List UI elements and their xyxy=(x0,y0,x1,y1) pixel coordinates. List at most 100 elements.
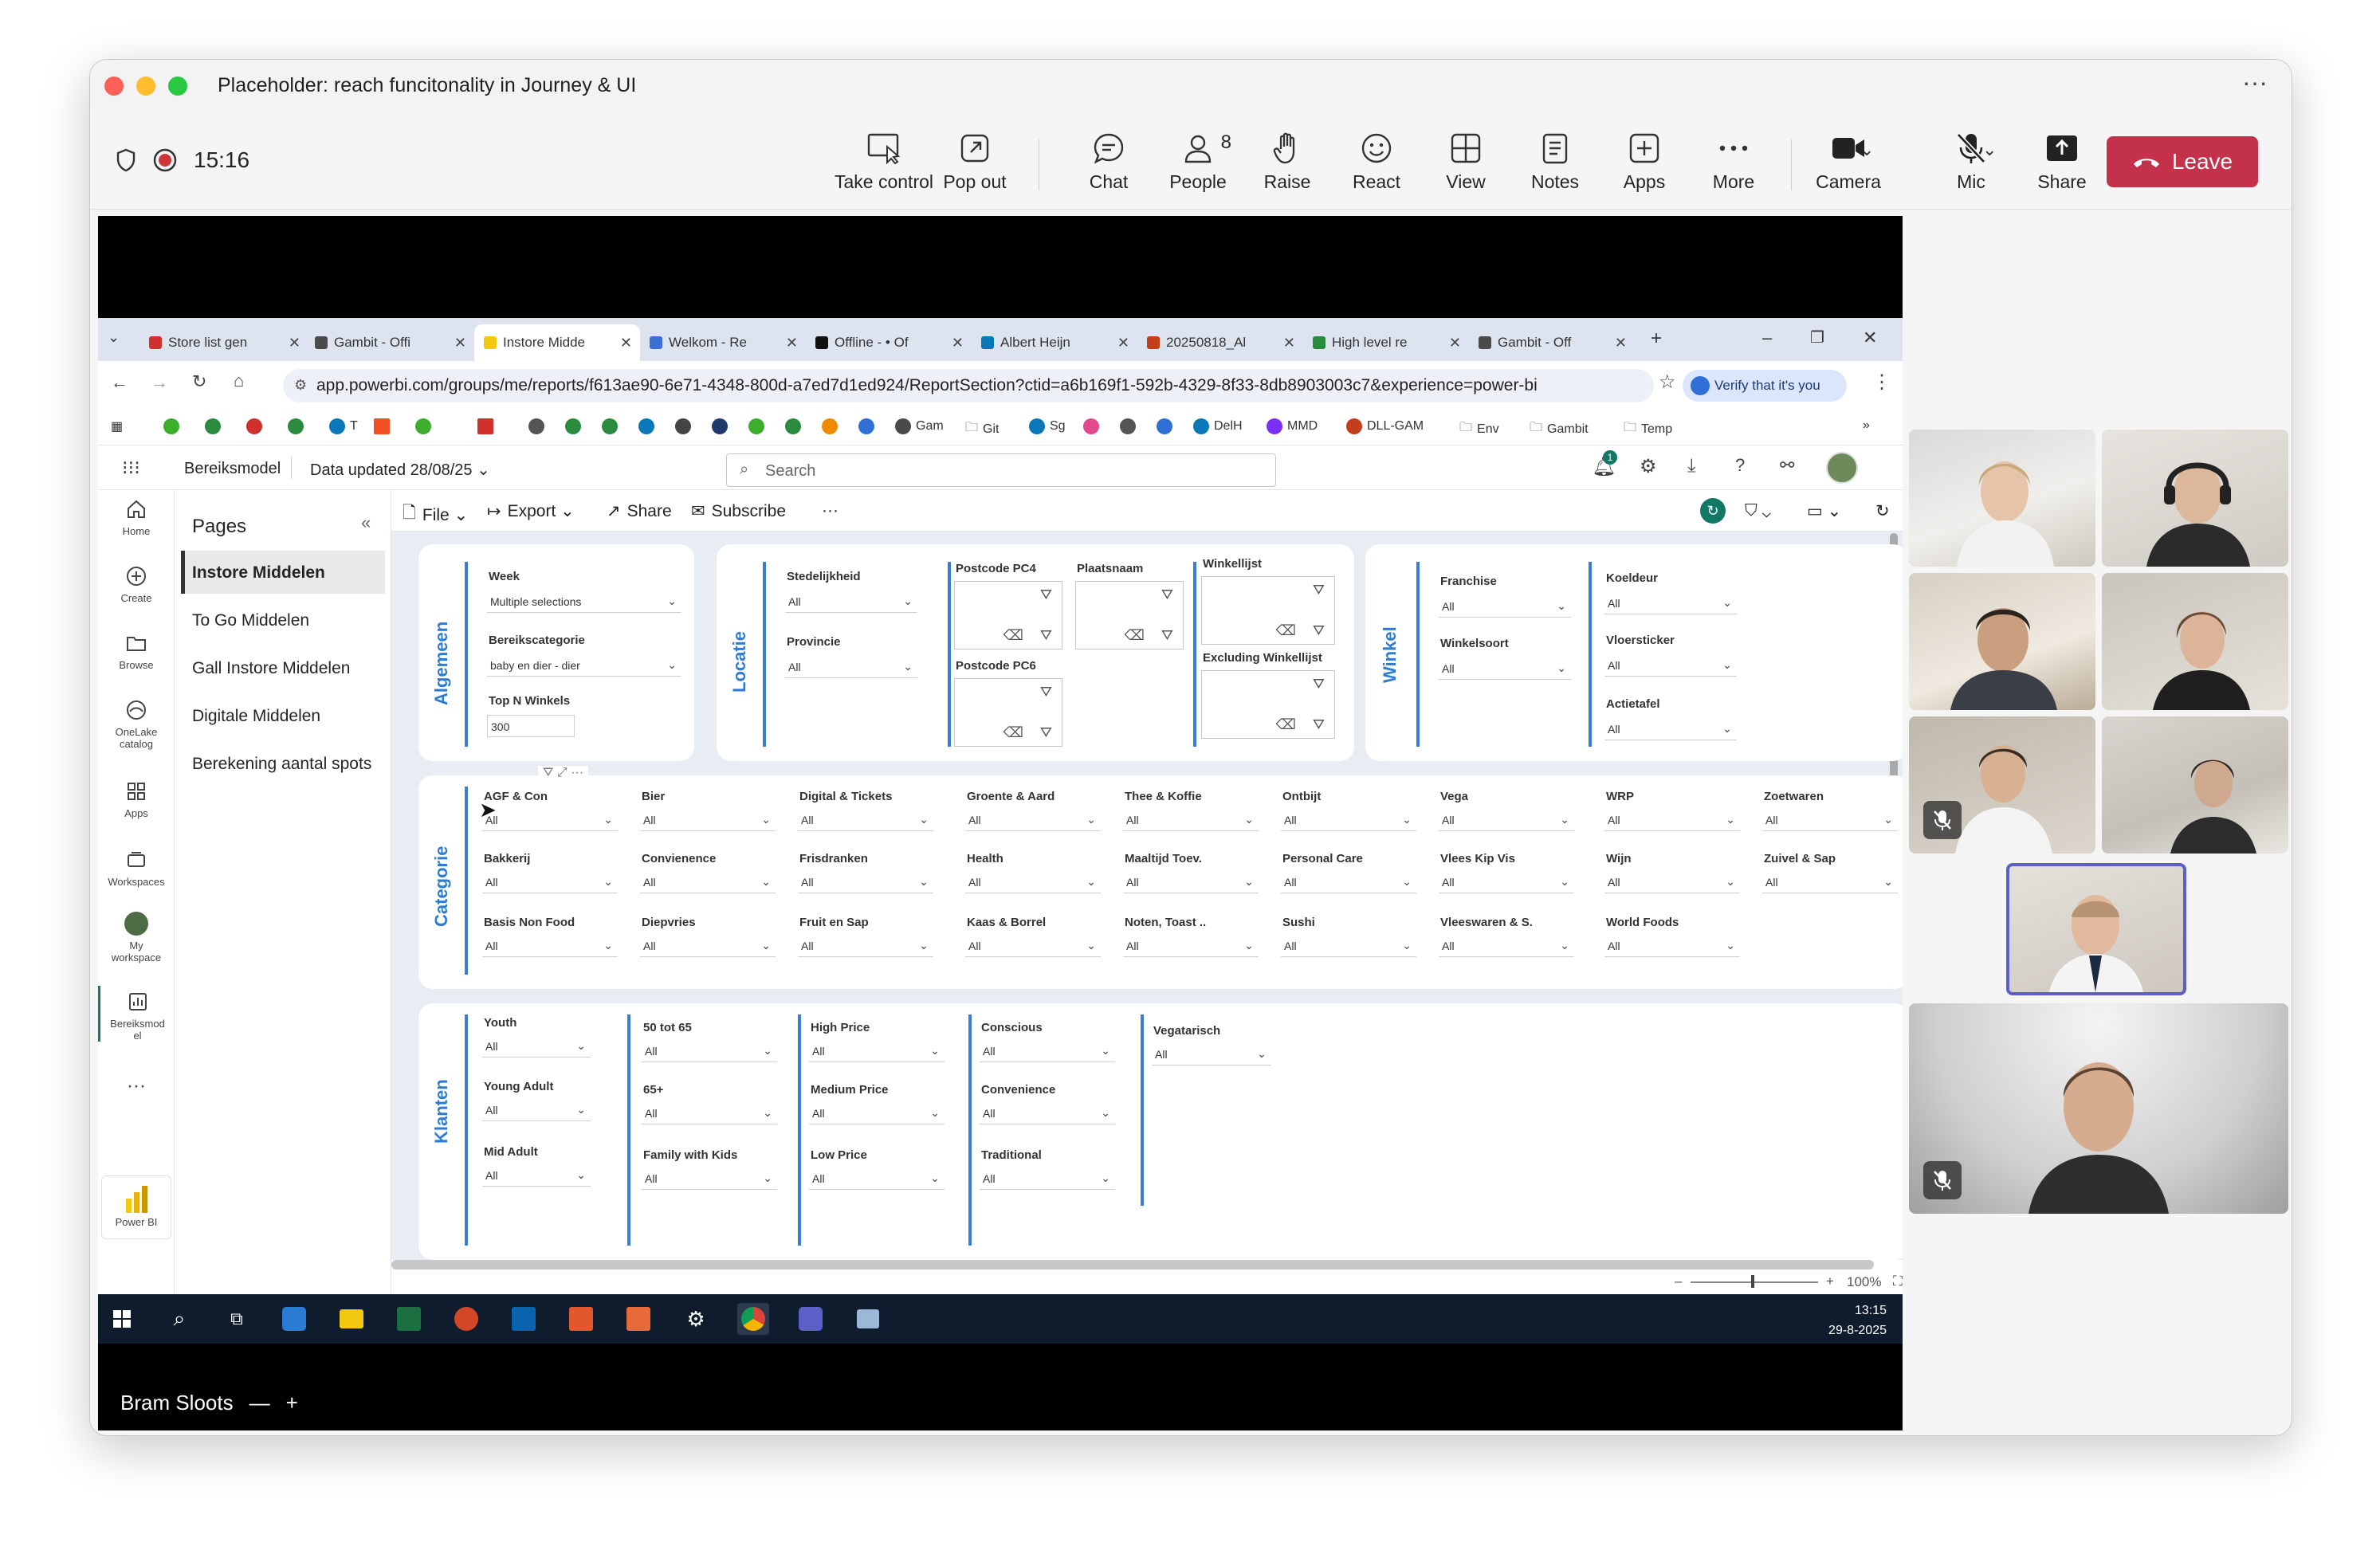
slicer-dropdown[interactable]: All ⌄ xyxy=(640,809,776,831)
zoom-in-icon[interactable]: + xyxy=(1826,1273,1834,1289)
verify-identity-button[interactable]: Verify that it's you xyxy=(1683,370,1847,402)
bookmark-icon[interactable] xyxy=(205,418,226,434)
people-button[interactable]: 8 People xyxy=(1153,128,1243,200)
slicer-dropdown[interactable]: All ⌄ xyxy=(640,935,776,957)
slicer-dropdown[interactable]: All ⌄ xyxy=(642,1102,777,1124)
excluding-winkellijst-filter[interactable]: ⛛ ⌫ ⛛ xyxy=(1201,670,1335,739)
slicer-dropdown[interactable]: All ⌄ xyxy=(798,809,933,831)
notes-button[interactable]: Notes xyxy=(1510,128,1600,200)
settings-gear-icon[interactable]: ⚙ xyxy=(680,1303,712,1335)
data-updated-dropdown[interactable]: Data updated 28/08/25 ⌄ xyxy=(310,460,490,480)
participant-video[interactable] xyxy=(2102,716,2288,854)
mic-button[interactable]: Mic xyxy=(1926,128,2016,200)
nav-home[interactable]: Home xyxy=(98,493,175,537)
close-tab-icon[interactable]: ✕ xyxy=(1283,335,1295,351)
filter-icon[interactable]: ⛛ xyxy=(1161,627,1173,644)
horizontal-scrollbar[interactable] xyxy=(391,1260,1874,1269)
bookmark-icon[interactable]: ⛉ ⌄ xyxy=(1745,501,1771,520)
bookmark-icon[interactable] xyxy=(565,418,586,434)
slicer-dropdown[interactable]: All ⌄ xyxy=(1604,809,1740,831)
view-mode-icon[interactable]: ▭ ⌄ xyxy=(1807,501,1841,521)
postcode-pc4-filter[interactable]: ⛛ ⌫ ⛛ xyxy=(954,581,1062,649)
help-icon[interactable]: ? xyxy=(1735,455,1745,476)
reset-icon[interactable]: ↻ xyxy=(1700,498,1726,524)
close-tab-icon[interactable]: ✕ xyxy=(620,335,632,351)
bookmark-dll-gam[interactable]: DLL-GAM xyxy=(1346,418,1424,434)
slicer-dropdown[interactable]: All ⌄ xyxy=(482,809,618,831)
slicer-dropdown[interactable]: All ⌄ xyxy=(965,871,1101,893)
bookmark-folder-git[interactable]: 🗀 Git xyxy=(965,418,999,440)
nav-onelake-catalog[interactable]: OneLake catalog xyxy=(98,694,175,750)
bookmark-icon[interactable] xyxy=(638,418,659,434)
page-item[interactable]: Berekening aantal spots xyxy=(181,742,385,785)
stedelijkheid-dropdown[interactable]: All ⌄ xyxy=(785,591,917,613)
slicer-dropdown[interactable]: All ⌄ xyxy=(482,1035,591,1058)
page-item[interactable]: Instore Middelen xyxy=(181,551,385,594)
more-options-icon[interactable]: ··· xyxy=(2242,68,2268,97)
browser-tab[interactable]: Offline - • Of ✕ xyxy=(806,324,972,361)
search-icon[interactable]: ⌕ xyxy=(163,1303,195,1335)
slicer-dropdown[interactable]: All ⌄ xyxy=(809,1102,945,1124)
nav-bereiksmodel[interactable]: Bereiksmod el xyxy=(98,986,175,1042)
close-tab-icon[interactable]: ✕ xyxy=(786,335,798,351)
slicer-dropdown[interactable]: All ⌄ xyxy=(1123,809,1259,831)
new-tab-icon[interactable]: + xyxy=(1651,328,1662,350)
chrome-icon[interactable] xyxy=(737,1303,769,1335)
browser-tab[interactable]: Welkom - Re ✕ xyxy=(640,324,806,361)
minimize-window-button[interactable] xyxy=(136,77,155,96)
bookmark-icon[interactable] xyxy=(712,418,732,434)
collapse-pages-icon[interactable]: « xyxy=(361,512,371,533)
provincie-dropdown[interactable]: All ⌄ xyxy=(785,656,917,678)
reload-icon[interactable]: ↻ xyxy=(192,371,206,392)
slicer-dropdown[interactable]: All ⌄ xyxy=(1281,935,1416,957)
participant-video[interactable] xyxy=(2102,573,2288,710)
koeldeur-dropdown[interactable]: All ⌄ xyxy=(1604,592,1737,614)
zoom-out-icon[interactable]: – xyxy=(1675,1273,1682,1289)
eraser-icon[interactable]: ⌫ xyxy=(1003,627,1023,644)
bookmark-icon[interactable] xyxy=(288,418,308,434)
forward-icon[interactable]: → xyxy=(151,372,168,393)
slicer-dropdown[interactable]: All ⌄ xyxy=(965,935,1101,957)
bookmark-icon[interactable] xyxy=(477,418,498,434)
nav-apps[interactable]: Apps xyxy=(98,775,175,819)
bookmark-icon[interactable] xyxy=(246,418,267,434)
plaatsnaam-filter[interactable]: ⛛ ⌫ ⛛ xyxy=(1075,581,1184,649)
task-view-icon[interactable]: ⧉ xyxy=(221,1303,253,1335)
app-icon[interactable] xyxy=(622,1303,654,1335)
nav-create[interactable]: Create xyxy=(98,560,175,604)
slicer-dropdown[interactable]: All ⌄ xyxy=(798,935,933,957)
slicer-dropdown[interactable]: All ⌄ xyxy=(1762,871,1898,893)
slicer-dropdown[interactable]: All ⌄ xyxy=(482,871,618,893)
file-explorer-icon[interactable] xyxy=(336,1303,367,1335)
fit-to-page-icon[interactable]: ⛶ xyxy=(1893,1273,1903,1289)
slicer-dropdown[interactable]: All ⌄ xyxy=(809,1040,945,1062)
slicer-dropdown[interactable]: All ⌄ xyxy=(482,1099,591,1121)
app-icon[interactable] xyxy=(565,1303,597,1335)
participant-video[interactable] xyxy=(1909,430,2095,567)
bookmark-icon[interactable] xyxy=(374,418,395,434)
browser-tab[interactable]: High level re ✕ xyxy=(1303,324,1469,361)
bookmark-icon[interactable] xyxy=(785,418,806,434)
refresh-icon[interactable]: ↻ xyxy=(1875,501,1890,521)
share-button[interactable]: Share xyxy=(2017,128,2107,200)
slicer-dropdown[interactable]: All ⌄ xyxy=(798,871,933,893)
close-browser-icon[interactable]: ✕ xyxy=(1863,328,1877,348)
filter-icon[interactable]: ⛛ xyxy=(1040,587,1052,603)
actietafel-dropdown[interactable]: All ⌄ xyxy=(1604,718,1737,740)
leave-button[interactable]: Leave xyxy=(2107,136,2258,187)
more-bookmarks-icon[interactable]: » xyxy=(1863,418,1870,433)
bookmark-icon[interactable] xyxy=(1083,418,1104,434)
powerpoint-icon[interactable] xyxy=(450,1303,482,1335)
url-field[interactable]: ⚙ app.powerbi.com/groups/me/reports/f613… xyxy=(283,369,1654,402)
bookmark-gam[interactable]: Gam xyxy=(895,418,944,434)
subscribe-button[interactable]: ✉ Subscribe xyxy=(691,501,786,521)
windows-start-icon[interactable] xyxy=(106,1303,138,1335)
nav-more-icon[interactable]: ··· xyxy=(98,1077,175,1096)
filter-icon[interactable]: ⛛ xyxy=(1313,582,1325,598)
slicer-dropdown[interactable]: All ⌄ xyxy=(1439,935,1574,957)
slicer-dropdown[interactable]: All ⌄ xyxy=(482,1164,591,1187)
slicer-dropdown[interactable]: All ⌄ xyxy=(1439,809,1574,831)
browser-tab[interactable]: Albert Heijn ✕ xyxy=(972,324,1137,361)
excel-icon[interactable] xyxy=(393,1303,425,1335)
minimize-browser-icon[interactable]: – xyxy=(1762,328,1772,348)
